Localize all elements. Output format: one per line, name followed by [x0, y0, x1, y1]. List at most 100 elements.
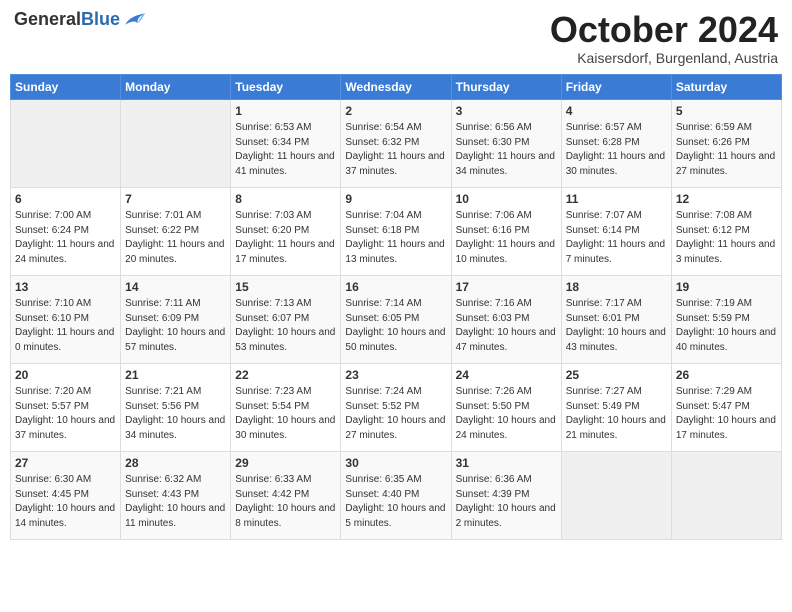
calendar-cell: 12Sunrise: 7:08 AM Sunset: 6:12 PM Dayli… [671, 187, 781, 275]
calendar-cell: 2Sunrise: 6:54 AM Sunset: 6:32 PM Daylig… [341, 99, 451, 187]
day-detail: Sunrise: 7:10 AM Sunset: 6:10 PM Dayligh… [15, 297, 116, 355]
day-number: 6 [15, 191, 116, 208]
day-number: 2 [345, 103, 446, 120]
calendar-cell: 13Sunrise: 7:10 AM Sunset: 6:10 PM Dayli… [11, 275, 121, 363]
day-number: 17 [456, 279, 557, 296]
day-detail: Sunrise: 6:35 AM Sunset: 4:40 PM Dayligh… [345, 473, 446, 531]
calendar-cell: 31Sunrise: 6:36 AM Sunset: 4:39 PM Dayli… [451, 451, 561, 539]
calendar-cell: 30Sunrise: 6:35 AM Sunset: 4:40 PM Dayli… [341, 451, 451, 539]
day-number: 24 [456, 367, 557, 384]
calendar-cell: 15Sunrise: 7:13 AM Sunset: 6:07 PM Dayli… [231, 275, 341, 363]
day-detail: Sunrise: 7:08 AM Sunset: 6:12 PM Dayligh… [676, 209, 777, 267]
day-number: 14 [125, 279, 226, 296]
day-detail: Sunrise: 7:27 AM Sunset: 5:49 PM Dayligh… [566, 385, 667, 443]
day-number: 22 [235, 367, 336, 384]
day-number: 8 [235, 191, 336, 208]
calendar-week-row: 6Sunrise: 7:00 AM Sunset: 6:24 PM Daylig… [11, 187, 782, 275]
calendar-week-row: 20Sunrise: 7:20 AM Sunset: 5:57 PM Dayli… [11, 363, 782, 451]
day-number: 20 [15, 367, 116, 384]
calendar-body: 1Sunrise: 6:53 AM Sunset: 6:34 PM Daylig… [11, 99, 782, 539]
day-detail: Sunrise: 7:06 AM Sunset: 6:16 PM Dayligh… [456, 209, 557, 267]
calendar-cell: 28Sunrise: 6:32 AM Sunset: 4:43 PM Dayli… [121, 451, 231, 539]
calendar-cell: 16Sunrise: 7:14 AM Sunset: 6:05 PM Dayli… [341, 275, 451, 363]
day-number: 21 [125, 367, 226, 384]
day-number: 7 [125, 191, 226, 208]
calendar-cell: 25Sunrise: 7:27 AM Sunset: 5:49 PM Dayli… [561, 363, 671, 451]
calendar-cell: 24Sunrise: 7:26 AM Sunset: 5:50 PM Dayli… [451, 363, 561, 451]
day-detail: Sunrise: 7:14 AM Sunset: 6:05 PM Dayligh… [345, 297, 446, 355]
calendar-cell: 22Sunrise: 7:23 AM Sunset: 5:54 PM Dayli… [231, 363, 341, 451]
calendar-cell: 26Sunrise: 7:29 AM Sunset: 5:47 PM Dayli… [671, 363, 781, 451]
day-number: 10 [456, 191, 557, 208]
day-detail: Sunrise: 6:30 AM Sunset: 4:45 PM Dayligh… [15, 473, 116, 531]
day-detail: Sunrise: 7:23 AM Sunset: 5:54 PM Dayligh… [235, 385, 336, 443]
calendar-cell [671, 451, 781, 539]
calendar-cell: 8Sunrise: 7:03 AM Sunset: 6:20 PM Daylig… [231, 187, 341, 275]
day-detail: Sunrise: 7:13 AM Sunset: 6:07 PM Dayligh… [235, 297, 336, 355]
day-number: 13 [15, 279, 116, 296]
day-detail: Sunrise: 7:03 AM Sunset: 6:20 PM Dayligh… [235, 209, 336, 267]
day-detail: Sunrise: 7:17 AM Sunset: 6:01 PM Dayligh… [566, 297, 667, 355]
day-number: 9 [345, 191, 446, 208]
day-detail: Sunrise: 6:59 AM Sunset: 6:26 PM Dayligh… [676, 121, 777, 179]
calendar-week-row: 27Sunrise: 6:30 AM Sunset: 4:45 PM Dayli… [11, 451, 782, 539]
day-detail: Sunrise: 7:11 AM Sunset: 6:09 PM Dayligh… [125, 297, 226, 355]
day-number: 12 [676, 191, 777, 208]
day-detail: Sunrise: 6:36 AM Sunset: 4:39 PM Dayligh… [456, 473, 557, 531]
day-number: 27 [15, 455, 116, 472]
day-detail: Sunrise: 6:32 AM Sunset: 4:43 PM Dayligh… [125, 473, 226, 531]
calendar-cell: 17Sunrise: 7:16 AM Sunset: 6:03 PM Dayli… [451, 275, 561, 363]
calendar-week-row: 13Sunrise: 7:10 AM Sunset: 6:10 PM Dayli… [11, 275, 782, 363]
logo-bird-icon [122, 10, 146, 30]
day-detail: Sunrise: 6:33 AM Sunset: 4:42 PM Dayligh… [235, 473, 336, 531]
day-number: 31 [456, 455, 557, 472]
day-detail: Sunrise: 7:07 AM Sunset: 6:14 PM Dayligh… [566, 209, 667, 267]
weekday-header-friday: Friday [561, 74, 671, 99]
calendar-week-row: 1Sunrise: 6:53 AM Sunset: 6:34 PM Daylig… [11, 99, 782, 187]
calendar-cell: 6Sunrise: 7:00 AM Sunset: 6:24 PM Daylig… [11, 187, 121, 275]
calendar-cell [121, 99, 231, 187]
day-detail: Sunrise: 7:21 AM Sunset: 5:56 PM Dayligh… [125, 385, 226, 443]
calendar-cell: 11Sunrise: 7:07 AM Sunset: 6:14 PM Dayli… [561, 187, 671, 275]
day-number: 26 [676, 367, 777, 384]
calendar-cell: 10Sunrise: 7:06 AM Sunset: 6:16 PM Dayli… [451, 187, 561, 275]
calendar-header: SundayMondayTuesdayWednesdayThursdayFrid… [11, 74, 782, 99]
weekday-header-wednesday: Wednesday [341, 74, 451, 99]
day-number: 5 [676, 103, 777, 120]
day-number: 15 [235, 279, 336, 296]
calendar-cell: 18Sunrise: 7:17 AM Sunset: 6:01 PM Dayli… [561, 275, 671, 363]
calendar-cell: 27Sunrise: 6:30 AM Sunset: 4:45 PM Dayli… [11, 451, 121, 539]
weekday-header-saturday: Saturday [671, 74, 781, 99]
weekday-header-sunday: Sunday [11, 74, 121, 99]
title-block: October 2024 Kaisersdorf, Burgenland, Au… [550, 10, 778, 66]
day-number: 18 [566, 279, 667, 296]
calendar-cell: 1Sunrise: 6:53 AM Sunset: 6:34 PM Daylig… [231, 99, 341, 187]
calendar-cell: 21Sunrise: 7:21 AM Sunset: 5:56 PM Dayli… [121, 363, 231, 451]
calendar-cell: 3Sunrise: 6:56 AM Sunset: 6:30 PM Daylig… [451, 99, 561, 187]
day-number: 4 [566, 103, 667, 120]
day-detail: Sunrise: 7:16 AM Sunset: 6:03 PM Dayligh… [456, 297, 557, 355]
day-number: 19 [676, 279, 777, 296]
page-header: GeneralBlue October 2024 Kaisersdorf, Bu… [10, 10, 782, 66]
weekday-header-monday: Monday [121, 74, 231, 99]
calendar-cell: 19Sunrise: 7:19 AM Sunset: 5:59 PM Dayli… [671, 275, 781, 363]
day-detail: Sunrise: 7:01 AM Sunset: 6:22 PM Dayligh… [125, 209, 226, 267]
calendar-cell: 7Sunrise: 7:01 AM Sunset: 6:22 PM Daylig… [121, 187, 231, 275]
day-detail: Sunrise: 7:00 AM Sunset: 6:24 PM Dayligh… [15, 209, 116, 267]
calendar-cell: 23Sunrise: 7:24 AM Sunset: 5:52 PM Dayli… [341, 363, 451, 451]
day-detail: Sunrise: 7:29 AM Sunset: 5:47 PM Dayligh… [676, 385, 777, 443]
day-detail: Sunrise: 6:56 AM Sunset: 6:30 PM Dayligh… [456, 121, 557, 179]
day-detail: Sunrise: 7:19 AM Sunset: 5:59 PM Dayligh… [676, 297, 777, 355]
day-detail: Sunrise: 7:04 AM Sunset: 6:18 PM Dayligh… [345, 209, 446, 267]
calendar-cell: 5Sunrise: 6:59 AM Sunset: 6:26 PM Daylig… [671, 99, 781, 187]
day-number: 23 [345, 367, 446, 384]
calendar-table: SundayMondayTuesdayWednesdayThursdayFrid… [10, 74, 782, 540]
month-title: October 2024 [550, 10, 778, 50]
day-detail: Sunrise: 7:20 AM Sunset: 5:57 PM Dayligh… [15, 385, 116, 443]
day-number: 25 [566, 367, 667, 384]
calendar-cell: 9Sunrise: 7:04 AM Sunset: 6:18 PM Daylig… [341, 187, 451, 275]
day-number: 29 [235, 455, 336, 472]
day-number: 30 [345, 455, 446, 472]
day-detail: Sunrise: 6:57 AM Sunset: 6:28 PM Dayligh… [566, 121, 667, 179]
calendar-cell [561, 451, 671, 539]
